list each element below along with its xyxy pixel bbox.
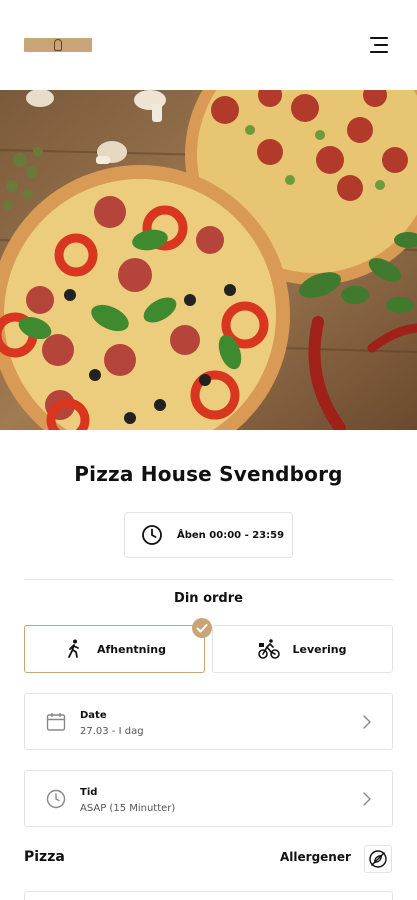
top-bar [0, 0, 417, 90]
time-label: Tid [80, 787, 98, 798]
logo-icon [54, 39, 62, 51]
date-selector[interactable]: Date 27.03 - I dag [24, 693, 393, 750]
calendar-icon [46, 713, 66, 731]
restaurant-name: Pizza House Svendborg [74, 462, 343, 486]
date-value: 27.03 - I dag [80, 726, 144, 737]
walking-person-icon [68, 639, 79, 658]
chevron-right-icon [363, 715, 371, 729]
allergens-label[interactable]: Allergener [280, 850, 351, 864]
hero-image [0, 90, 417, 430]
bicycle-delivery-icon [258, 639, 281, 659]
clock-icon [142, 525, 162, 545]
pickup-option-label: Afhentning [97, 642, 166, 656]
allergen-icon [369, 850, 387, 868]
menu-category-title: Pizza [24, 849, 65, 865]
chevron-right-icon [363, 792, 371, 806]
delivery-option-label: Levering [292, 642, 347, 656]
date-label: Date [80, 710, 107, 721]
time-value: ASAP (15 Minutter) [80, 803, 176, 814]
divider [24, 579, 393, 580]
opening-hours-text: Åben 00:00 - 23:59 [177, 529, 285, 541]
order-section-title: Din ordre [174, 591, 243, 606]
opening-hours-badge: Åben 00:00 - 23:59 [124, 512, 293, 558]
clock-icon [46, 789, 66, 809]
hamburger-menu-icon[interactable] [366, 36, 388, 54]
delivery-option-button[interactable]: Levering [212, 625, 393, 673]
pickup-option-button[interactable]: Afhentning [24, 625, 205, 673]
selected-check-icon [192, 618, 212, 638]
menu-item-card[interactable] [24, 891, 393, 900]
time-selector[interactable]: Tid ASAP (15 Minutter) [24, 770, 393, 827]
allergens-button[interactable] [364, 845, 392, 873]
restaurant-logo[interactable] [24, 38, 92, 52]
